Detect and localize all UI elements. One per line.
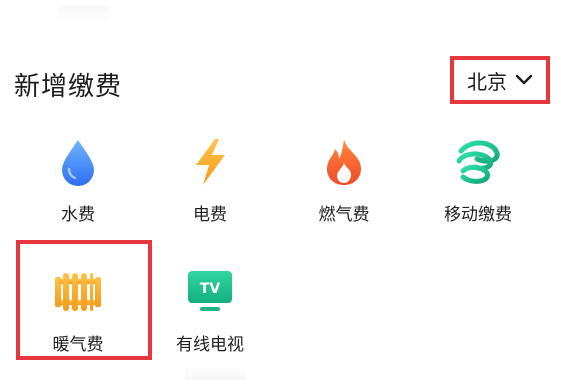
payment-item-label: 燃气费 (318, 205, 370, 225)
scroll-fade-top (58, 6, 108, 22)
payment-item-label: 移动缴费 (444, 205, 512, 225)
payment-item-label: 水费 (61, 205, 95, 225)
payment-item-electricity[interactable]: 电费 (150, 124, 270, 234)
payment-item-label: 电费 (193, 205, 227, 225)
payment-item-water[interactable]: 水费 (18, 124, 138, 234)
scroll-fade-bottom (185, 366, 245, 380)
lightning-bolt-icon (182, 134, 238, 190)
payment-item-cable-tv[interactable]: TV 有线电视 (150, 254, 270, 364)
radiator-icon (50, 264, 106, 320)
water-drop-icon (50, 134, 106, 190)
china-mobile-logo-icon (450, 134, 506, 190)
payment-item-gas[interactable]: 燃气费 (284, 124, 404, 234)
city-selector-value: 北京 (467, 69, 507, 94)
payment-item-label: 有线电视 (176, 335, 244, 355)
section-title: 新增缴费 (14, 72, 123, 102)
payment-item-label: 暖气费 (52, 335, 104, 355)
tv-icon: TV (182, 264, 238, 320)
payment-item-mobile[interactable]: 移动缴费 (418, 124, 538, 234)
city-selector[interactable]: 北京 (450, 56, 550, 104)
payment-item-heating[interactable]: 暖气费 (18, 254, 138, 364)
flame-icon (316, 134, 372, 190)
chevron-down-icon (515, 74, 533, 86)
tv-icon-text: TV (200, 281, 221, 297)
